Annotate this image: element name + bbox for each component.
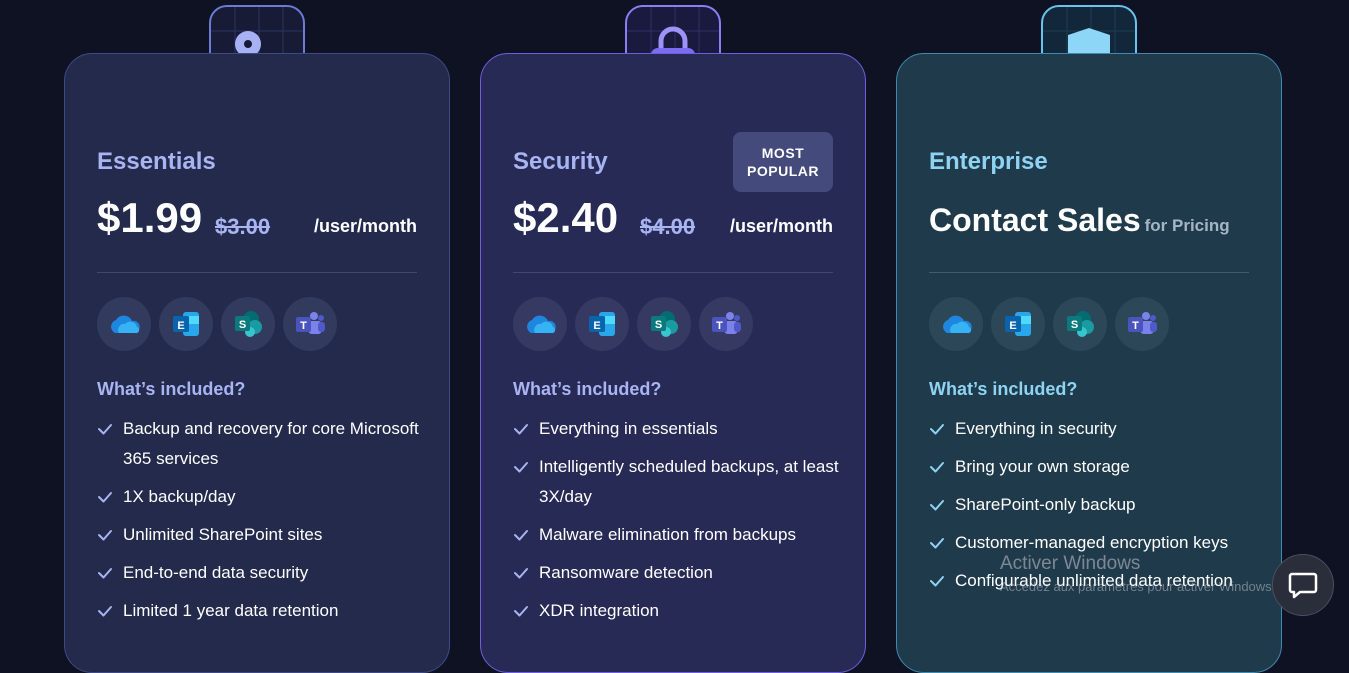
feature-text: Malware elimination from backups xyxy=(539,525,796,544)
feature-item: Bring your own storage xyxy=(929,452,1261,482)
feature-item: Ransomware detection xyxy=(513,558,845,588)
feature-item: Backup and recovery for core Microsoft 3… xyxy=(97,414,429,474)
svg-text:S: S xyxy=(239,319,246,331)
svg-text:T: T xyxy=(1132,320,1139,332)
included-heading: What’s included? xyxy=(929,379,1078,399)
check-icon xyxy=(97,520,113,550)
price-row: Contact Sales for Pricing xyxy=(929,194,1249,244)
divider xyxy=(97,272,417,273)
feature-item: XDR integration xyxy=(513,596,845,626)
feature-item: Everything in security xyxy=(929,414,1261,444)
check-icon xyxy=(929,566,945,596)
check-icon xyxy=(929,414,945,444)
plan-card-security: Security MOST POPULAR $2.40 $4.00 /user/… xyxy=(480,53,866,673)
included-heading: What’s included? xyxy=(513,379,662,399)
feature-text: Everything in essentials xyxy=(539,419,718,438)
check-icon xyxy=(97,596,113,626)
sharepoint-icon: S xyxy=(637,297,691,351)
windows-activation-title: Activer Windows xyxy=(1000,553,1141,574)
check-icon xyxy=(97,558,113,588)
svg-text:E: E xyxy=(177,320,184,332)
feature-text: Limited 1 year data retention xyxy=(123,601,339,620)
divider xyxy=(929,272,1249,273)
feature-item: Limited 1 year data retention xyxy=(97,596,429,626)
contact-suffix: for Pricing xyxy=(1144,216,1230,235)
feature-item: Intelligently scheduled backups, at leas… xyxy=(513,452,845,512)
plan-card-essentials: Essentials $1.99 $3.00 /user/month E S T… xyxy=(64,53,450,673)
svg-text:T: T xyxy=(716,320,723,332)
plan-price: $2.40 xyxy=(513,194,619,241)
price-row: $1.99 $3.00 /user/month xyxy=(97,194,417,244)
feature-item: 1X backup/day xyxy=(97,482,429,512)
feature-text: Customer-managed encryption keys xyxy=(955,533,1229,552)
chat-icon xyxy=(1288,572,1318,599)
check-icon xyxy=(929,528,945,558)
feature-list: Everything in security Bring your own st… xyxy=(929,414,1261,604)
check-icon xyxy=(513,520,529,550)
plan-old-price: $3.00 xyxy=(215,214,271,239)
feature-text: SharePoint-only backup xyxy=(955,495,1136,514)
check-icon xyxy=(97,414,113,444)
feature-list: Everything in essentials Intelligently s… xyxy=(513,414,845,634)
price-unit: /user/month xyxy=(313,216,417,236)
exchange-icon: E xyxy=(159,297,213,351)
divider xyxy=(513,272,833,273)
feature-text: Everything in security xyxy=(955,419,1117,438)
check-icon xyxy=(929,490,945,520)
feature-text: 1X backup/day xyxy=(123,487,236,506)
sharepoint-icon: S xyxy=(1053,297,1107,351)
svg-text:E: E xyxy=(593,320,600,332)
check-icon xyxy=(513,558,529,588)
teams-icon: T xyxy=(283,297,337,351)
feature-text: Intelligently scheduled backups, at leas… xyxy=(539,457,839,506)
app-icons: E S T xyxy=(97,297,337,351)
feature-text: Backup and recovery for core Microsoft 3… xyxy=(123,419,419,468)
svg-text:S: S xyxy=(655,319,662,331)
feature-item: Unlimited SharePoint sites xyxy=(97,520,429,550)
included-heading: What’s included? xyxy=(97,379,246,399)
exchange-icon: E xyxy=(575,297,629,351)
check-icon xyxy=(97,482,113,512)
check-icon xyxy=(513,596,529,626)
feature-list: Backup and recovery for core Microsoft 3… xyxy=(97,414,429,634)
feature-item: End-to-end data security xyxy=(97,558,429,588)
check-icon xyxy=(513,452,529,482)
svg-text:E: E xyxy=(1009,320,1016,332)
exchange-icon: E xyxy=(991,297,1045,351)
contact-text: Contact Sales xyxy=(929,202,1141,238)
chat-button[interactable] xyxy=(1272,554,1334,616)
price-row: $2.40 $4.00 /user/month xyxy=(513,194,833,244)
svg-text:T: T xyxy=(300,320,307,332)
plan-price: $1.99 xyxy=(97,194,203,241)
teams-icon: T xyxy=(1115,297,1169,351)
feature-text: XDR integration xyxy=(539,601,660,620)
app-icons: E S T xyxy=(929,297,1169,351)
svg-text:S: S xyxy=(1071,319,1078,331)
check-icon xyxy=(929,452,945,482)
feature-text: Bring your own storage xyxy=(955,457,1130,476)
plan-name: Security xyxy=(513,148,608,175)
plan-name: Enterprise xyxy=(929,148,1048,175)
onedrive-icon xyxy=(929,297,983,351)
check-icon xyxy=(513,414,529,444)
feature-item: Malware elimination from backups xyxy=(513,520,845,550)
feature-item: SharePoint-only backup xyxy=(929,490,1261,520)
teams-icon: T xyxy=(699,297,753,351)
feature-text: Ransomware detection xyxy=(539,563,713,582)
feature-text: Unlimited SharePoint sites xyxy=(123,525,323,544)
onedrive-icon xyxy=(513,297,567,351)
most-popular-badge: MOST POPULAR xyxy=(733,132,833,192)
plan-old-price: $4.00 xyxy=(640,214,696,239)
price-unit: /user/month xyxy=(729,216,833,236)
app-icons: E S T xyxy=(513,297,753,351)
contact-sales: Contact Sales for Pricing xyxy=(929,202,1230,239)
sharepoint-icon: S xyxy=(221,297,275,351)
onedrive-icon xyxy=(97,297,151,351)
feature-item: Everything in essentials xyxy=(513,414,845,444)
windows-activation-subtitle: Accédez aux paramètres pour activer Wind… xyxy=(1000,579,1276,594)
plan-name: Essentials xyxy=(97,148,216,175)
feature-text: End-to-end data security xyxy=(123,563,309,582)
